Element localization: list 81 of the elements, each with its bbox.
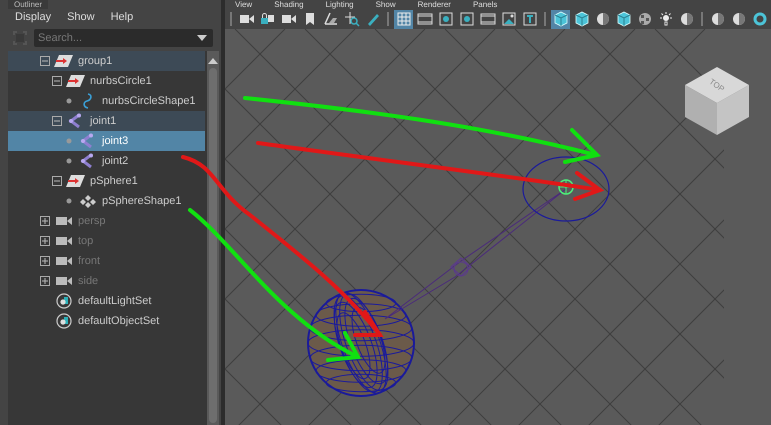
menu-item[interactable]: Lighting bbox=[326, 0, 354, 9]
text-icon bbox=[522, 11, 538, 27]
cube-icon bbox=[616, 11, 632, 27]
collapse-icon[interactable] bbox=[52, 76, 62, 86]
camera-icon bbox=[54, 275, 74, 287]
collapse-icon[interactable] bbox=[52, 176, 62, 186]
scrollbar[interactable] bbox=[207, 51, 219, 425]
toolbar-button[interactable] bbox=[394, 10, 413, 28]
lock-icon bbox=[260, 11, 276, 27]
light-icon bbox=[658, 11, 674, 27]
leaf-dot-icon bbox=[64, 156, 74, 166]
tree-item[interactable]: defaultLightSet bbox=[8, 291, 205, 311]
menu-item[interactable]: Show bbox=[376, 0, 396, 9]
node-label: pSphere1 bbox=[90, 175, 138, 187]
expand-icon[interactable] bbox=[40, 216, 50, 226]
transform-icon bbox=[54, 54, 74, 68]
sphere-icon bbox=[710, 11, 726, 27]
transform-icon bbox=[66, 174, 86, 188]
checker-icon bbox=[636, 11, 652, 27]
tree-item[interactable]: nurbsCircleShape1 bbox=[8, 91, 205, 111]
film-icon bbox=[480, 11, 496, 27]
node-label: defaultObjectSet bbox=[78, 315, 160, 327]
plane-icon bbox=[322, 11, 338, 27]
expand-icon[interactable] bbox=[40, 276, 50, 286]
cube-icon bbox=[552, 11, 568, 27]
cube-icon bbox=[574, 11, 590, 27]
camera-icon bbox=[54, 255, 74, 267]
sphere-icon bbox=[730, 11, 746, 27]
node-label: top bbox=[78, 235, 94, 247]
node-label: front bbox=[78, 255, 100, 267]
camera-icon bbox=[54, 215, 74, 227]
grid-icon bbox=[396, 11, 412, 27]
collapse-icon[interactable] bbox=[52, 116, 62, 126]
toolbar-button[interactable] bbox=[551, 10, 570, 28]
toolbar-button[interactable] bbox=[342, 10, 361, 28]
mesh-icon bbox=[78, 194, 98, 208]
dropdown-icon[interactable] bbox=[197, 35, 207, 42]
menu-item[interactable]: Renderer bbox=[418, 0, 451, 9]
tree-item[interactable]: joint3 bbox=[8, 131, 205, 151]
menu-item[interactable]: Panels bbox=[472, 0, 498, 9]
leaf-dot-icon bbox=[64, 96, 74, 106]
node-label: nurbsCircle1 bbox=[90, 75, 152, 87]
node-label: persp bbox=[78, 215, 106, 227]
node-label: joint3 bbox=[102, 135, 128, 147]
sphere-icon bbox=[678, 11, 694, 27]
tree-item[interactable]: defaultObjectSet bbox=[8, 311, 205, 331]
tree-item[interactable]: joint1 bbox=[8, 111, 205, 131]
tree-item[interactable]: nurbsCircle1 bbox=[8, 71, 205, 91]
set-icon bbox=[54, 293, 74, 309]
node-label: defaultLightSet bbox=[78, 295, 152, 307]
node-label: joint1 bbox=[90, 115, 116, 127]
scroll-up-icon[interactable] bbox=[208, 57, 218, 64]
node-label: joint2 bbox=[102, 155, 128, 167]
tree-item[interactable]: joint2 bbox=[8, 151, 205, 171]
camera-icon bbox=[54, 235, 74, 247]
transform-icon bbox=[66, 74, 86, 88]
node-label: nurbsCircleShape1 bbox=[102, 95, 196, 107]
tree-item[interactable]: pSphereShape1 bbox=[8, 191, 205, 211]
image-icon bbox=[500, 11, 516, 27]
tree-item[interactable]: group1 bbox=[8, 51, 205, 71]
tree-item[interactable]: pSphere1 bbox=[8, 171, 205, 191]
menu-item[interactable]: Shading bbox=[274, 0, 304, 9]
menu-item[interactable]: Display bbox=[15, 11, 52, 23]
film-icon bbox=[416, 11, 432, 27]
menu-item[interactable]: View bbox=[235, 0, 252, 9]
menu-item[interactable]: Show bbox=[67, 11, 95, 23]
sphere-icon bbox=[594, 11, 610, 27]
node-label: group1 bbox=[78, 55, 112, 67]
node-label: pSphereShape1 bbox=[102, 195, 182, 207]
scrollbar-thumb[interactable] bbox=[209, 68, 217, 423]
search-field[interactable]: Search... bbox=[34, 29, 213, 47]
node-label: side bbox=[78, 275, 98, 287]
collapse-icon[interactable] bbox=[40, 56, 50, 66]
leaf-dot-icon bbox=[64, 136, 74, 146]
expand-icon[interactable] bbox=[40, 256, 50, 266]
menu-item[interactable]: Help bbox=[110, 11, 134, 23]
expand-icon[interactable] bbox=[40, 236, 50, 246]
set-icon bbox=[54, 313, 74, 329]
ring-icon bbox=[752, 11, 768, 27]
panel-title[interactable]: Outliner bbox=[8, 0, 48, 9]
leaf-dot-icon bbox=[64, 196, 74, 206]
